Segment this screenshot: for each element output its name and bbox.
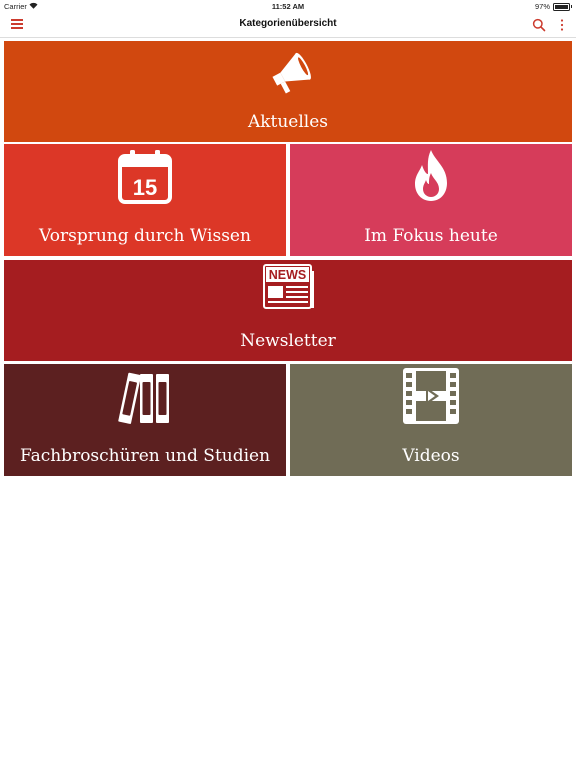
tile-videos[interactable]: Videos: [290, 364, 572, 476]
status-bar: Carrier 11:52 AM 97%: [0, 0, 576, 13]
tile-newsletter[interactable]: NEWS Newsletter: [4, 260, 572, 361]
tile-aktuelles[interactable]: Aktuelles: [4, 41, 572, 142]
battery-icon: [553, 2, 572, 11]
navigation-bar: Kategorienübersicht: [0, 13, 576, 38]
tile-label: Videos: [402, 446, 460, 466]
tile-label: Aktuelles: [247, 112, 329, 132]
clock: 11:52 AM: [271, 2, 305, 11]
newspaper-headline: NEWS: [269, 268, 307, 282]
film-icon: [402, 367, 460, 430]
tile-label: Newsletter: [240, 331, 336, 351]
more-vert-icon[interactable]: [558, 18, 566, 32]
flame-icon: [409, 147, 453, 210]
page-title: Kategorienübersicht: [239, 18, 337, 29]
calendar-icon: 15: [117, 148, 173, 209]
books-icon: [118, 367, 174, 430]
megaphone-icon: [266, 45, 318, 102]
tile-label: Fachbroschüren und Studien: [19, 446, 271, 466]
newspaper-icon: NEWS: [263, 264, 315, 315]
battery-level: [555, 4, 568, 9]
search-icon[interactable]: [532, 18, 546, 32]
calendar-day-number: 15: [133, 175, 157, 200]
tile-fachbroschueren-und-studien[interactable]: Fachbroschüren und Studien: [4, 364, 286, 476]
battery-percent: 97%: [534, 2, 550, 11]
tile-im-fokus-heute[interactable]: Im Fokus heute: [290, 144, 572, 256]
tile-vorsprung-durch-wissen[interactable]: 15 Vorsprung durch Wissen: [4, 144, 286, 256]
battery-indicator: 97%: [534, 2, 572, 11]
tile-label: Vorsprung durch Wissen: [39, 226, 251, 246]
tile-label: Im Fokus heute: [364, 226, 498, 246]
